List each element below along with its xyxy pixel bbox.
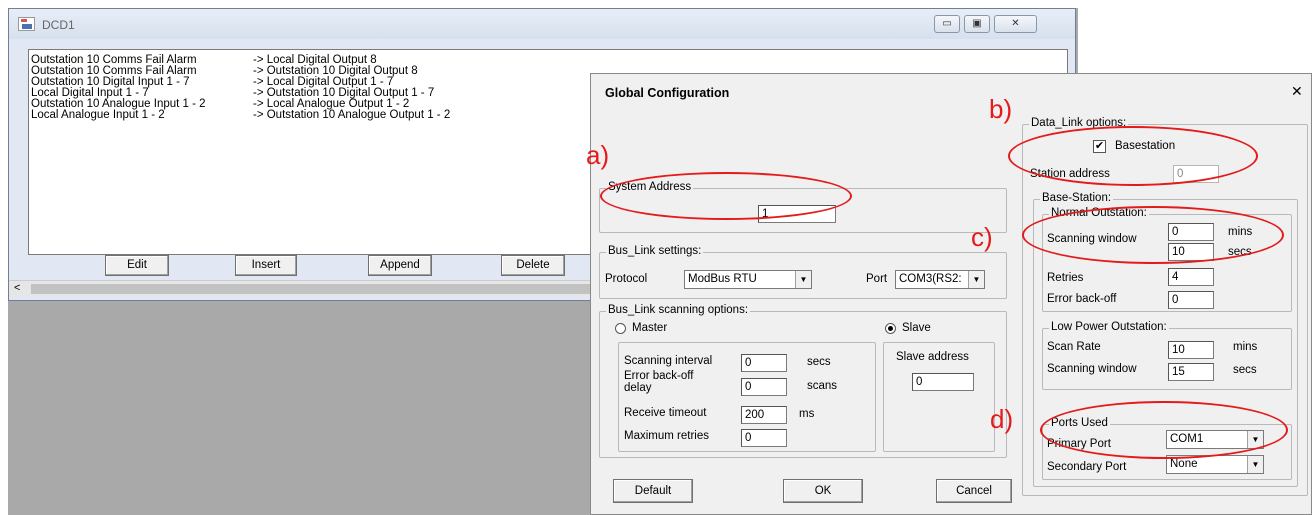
annotation-circle-d xyxy=(1040,401,1288,459)
bus-link-settings-label: Bus_Link settings: xyxy=(606,245,704,257)
error-backoff-unit: scans xyxy=(807,380,838,392)
slave-label: Slave xyxy=(902,322,931,334)
receive-timeout-input[interactable]: 200 xyxy=(741,406,787,424)
receive-timeout-unit: ms xyxy=(799,408,815,420)
scan-rate-label: Scan Rate xyxy=(1047,341,1101,353)
normal-error-backoff-input[interactable]: 0 xyxy=(1168,291,1214,309)
annotation-a: a) xyxy=(586,140,610,170)
low-power-scanning-window-label: Scanning window xyxy=(1047,363,1137,375)
dialog-title: Global Configuration xyxy=(605,86,730,100)
error-backoff-label: Error back-off xyxy=(624,370,694,382)
receive-timeout-label: Receive timeout xyxy=(624,407,707,419)
dialog-close-icon[interactable]: ✕ xyxy=(1291,83,1303,100)
master-radio[interactable] xyxy=(615,323,626,334)
annotation-circle-c xyxy=(1022,206,1284,264)
mapping-target: -> Outstation 10 Analogue Output 1 - 2 xyxy=(253,109,451,121)
edit-button[interactable]: Edit xyxy=(105,255,169,276)
annotation-d: d) xyxy=(990,404,1014,434)
max-retries-input[interactable]: 0 xyxy=(741,429,787,447)
maximize-button[interactable]: ▣ xyxy=(964,15,990,33)
annotation-c: c) xyxy=(971,222,993,252)
dcd-title-bar[interactable]: DCD1 ▭ ▣ ✕ xyxy=(9,9,1075,39)
secondary-port-value: None xyxy=(1170,458,1198,470)
dcd-title: DCD1 xyxy=(42,18,75,32)
minimize-button[interactable]: ▭ xyxy=(934,15,960,33)
close-button[interactable]: ✕ xyxy=(994,15,1037,33)
protocol-select[interactable]: ModBus RTU ▼ xyxy=(684,270,812,289)
bus-link-settings-group: Bus_Link settings: Protocol ModBus RTU ▼… xyxy=(599,245,1007,299)
low-power-scanning-window-unit: secs xyxy=(1233,364,1257,376)
error-backoff-input[interactable]: 0 xyxy=(741,378,787,396)
port-label: Port xyxy=(866,273,888,285)
annotation-circle-b xyxy=(1008,126,1258,186)
secondary-port-label: Secondary Port xyxy=(1047,461,1127,473)
mapping-source: Local Analogue Input 1 - 2 xyxy=(31,109,165,121)
retries-label: Retries xyxy=(1047,272,1084,284)
delete-button[interactable]: Delete xyxy=(501,255,565,276)
scroll-left-arrow[interactable]: < xyxy=(14,282,20,294)
error-backoff-label-2: delay xyxy=(624,382,652,394)
bus-link-scanning-label: Bus_Link scanning options: xyxy=(606,304,751,316)
low-power-outstation-label: Low Power Outstation: xyxy=(1049,321,1169,333)
append-button[interactable]: Append xyxy=(368,255,432,276)
master-label: Master xyxy=(632,322,668,334)
chevron-down-icon[interactable]: ▼ xyxy=(1247,456,1263,473)
annotation-b: b) xyxy=(989,94,1013,124)
low-power-scanning-window-input[interactable]: 15 xyxy=(1168,363,1214,381)
protocol-value: ModBus RTU xyxy=(688,273,757,285)
chevron-down-icon[interactable]: ▼ xyxy=(968,271,984,288)
chevron-down-icon[interactable]: ▼ xyxy=(795,271,811,288)
slave-address-input[interactable]: 0 xyxy=(912,373,974,391)
scanning-interval-label: Scanning interval xyxy=(624,355,713,367)
slave-radio[interactable] xyxy=(885,323,896,334)
cancel-button[interactable]: Cancel xyxy=(936,479,1012,503)
max-retries-label: Maximum retries xyxy=(624,430,709,442)
scanning-interval-input[interactable]: 0 xyxy=(741,354,787,372)
master-options-box: Scanning interval 0 secs Error back-off … xyxy=(618,342,876,452)
protocol-label: Protocol xyxy=(605,273,648,285)
ok-button[interactable]: OK xyxy=(783,479,863,503)
slave-options-box: Slave address 0 xyxy=(883,342,995,452)
port-value: COM3(RS2: xyxy=(899,273,962,285)
insert-button[interactable]: Insert xyxy=(235,255,297,276)
retries-input[interactable]: 4 xyxy=(1168,268,1214,286)
port-select[interactable]: COM3(RS2: ▼ xyxy=(895,270,985,289)
default-button[interactable]: Default xyxy=(613,479,693,503)
scanning-interval-unit: secs xyxy=(807,356,831,368)
low-power-outstation-group: Low Power Outstation: Scan Rate 10 mins … xyxy=(1042,321,1292,390)
app-icon xyxy=(18,17,35,31)
bus-link-scanning-group: Bus_Link scanning options: Master Slave … xyxy=(599,304,1007,458)
normal-error-backoff-label: Error back-off xyxy=(1047,293,1117,305)
scroll-thumb[interactable] xyxy=(31,284,591,294)
slave-address-label: Slave address xyxy=(896,351,969,363)
annotation-circle-a xyxy=(600,172,852,220)
scan-rate-input[interactable]: 10 xyxy=(1168,341,1214,359)
base-station-label: Base-Station: xyxy=(1040,192,1114,204)
scan-rate-unit: mins xyxy=(1233,341,1258,353)
